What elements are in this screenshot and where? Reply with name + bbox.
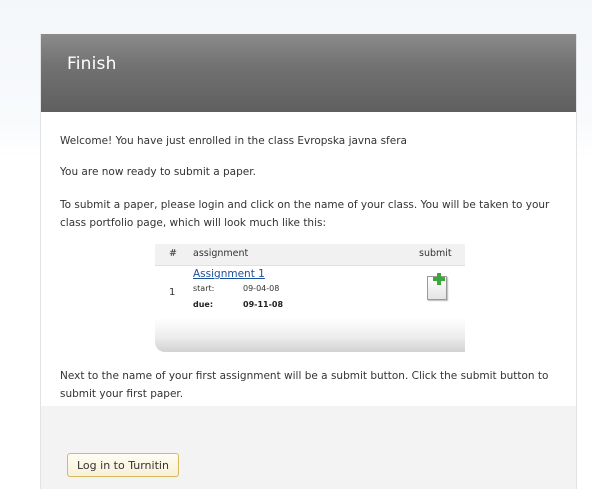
start-date: 09-04-08 — [243, 284, 280, 293]
plus-icon-horizontal — [433, 277, 445, 281]
start-label: start: — [193, 284, 215, 293]
table-row: 1 Assignment 1 start: 09-04-08 due: 09-1… — [155, 266, 465, 318]
assignment-number: 1 — [169, 287, 176, 298]
login-button[interactable]: Log in to Turnitin — [67, 453, 179, 477]
column-header-submit: submit — [419, 248, 452, 259]
assignment-link: Assignment 1 — [193, 268, 265, 280]
instructions-text: To submit a paper, please login and clic… — [60, 199, 550, 229]
column-header-number: # — [169, 248, 177, 259]
add-document-icon — [427, 273, 447, 300]
due-date: 09-11-08 — [243, 300, 284, 309]
ready-text: You are now ready to submit a paper. — [60, 166, 256, 178]
preview-footer — [155, 318, 465, 352]
preview-table-header: # assignment submit — [155, 244, 465, 266]
class-portfolio-preview: # assignment submit 1 Assignment 1 start… — [155, 244, 465, 352]
page-title: Finish — [67, 54, 117, 74]
panel-header: Finish — [41, 34, 576, 112]
due-label: due: — [193, 300, 214, 309]
finish-panel: Finish Welcome! You have just enrolled i… — [40, 34, 577, 489]
welcome-text: Welcome! You have just enrolled in the c… — [60, 135, 407, 147]
next-step-text: Next to the name of your first assignmen… — [60, 370, 549, 400]
column-header-assignment: assignment — [193, 248, 249, 259]
